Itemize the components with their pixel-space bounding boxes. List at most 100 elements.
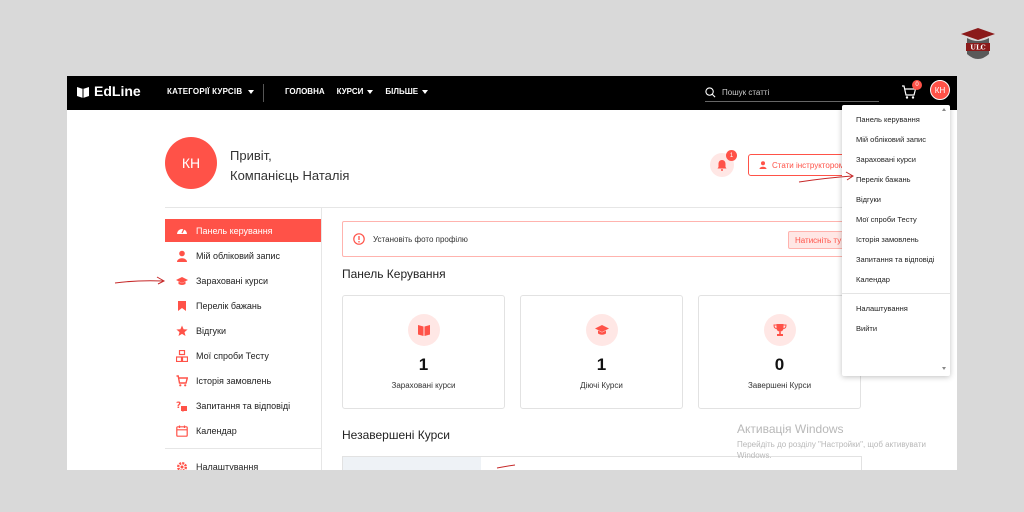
sidebar-item-label: Мій обліковий запис: [196, 250, 280, 261]
categories-menu[interactable]: КАТЕГОРІЇ КУРСІВ: [167, 87, 255, 96]
dropdown-item-settings[interactable]: Налаштування: [856, 302, 936, 316]
annotation-arrow-sidebar: [114, 276, 166, 285]
sidebar: Панель керування Мій обліковий запис Зар…: [165, 219, 321, 470]
dropdown-item-calendar[interactable]: Календар: [856, 273, 936, 287]
sidebar-item-label: Відгуки: [196, 325, 227, 336]
stat-label: Діючі Курси: [580, 381, 623, 390]
sidebar-item-label: Історія замовлень: [196, 375, 272, 386]
stat-card-active: 1 Діючі Курси: [520, 295, 683, 409]
greeting-text: Привіт,: [230, 148, 272, 163]
annotation-arrow-bottom: [496, 464, 516, 469]
stat-value: 1: [596, 355, 607, 374]
become-instructor-label: Стати інструктором: [772, 160, 845, 170]
dropdown-item-enrolled-courses[interactable]: Зараховані курси: [856, 153, 936, 167]
dropdown-item-dashboard[interactable]: Панель керування: [856, 113, 936, 127]
sidebar-item-wishlist[interactable]: Перелік бажань: [165, 294, 321, 317]
bookmark-icon: [178, 300, 186, 311]
sidebar-item-reviews[interactable]: Відгуки: [165, 319, 321, 342]
user-icon: [177, 250, 187, 262]
dashboard-title: Панель Керування: [342, 267, 446, 281]
svg-text:ULC: ULC: [970, 44, 985, 52]
user-name: Компанієць Наталія: [230, 168, 350, 183]
sidebar-item-qa[interactable]: ? Запитання та відповіді: [165, 394, 321, 417]
top-navbar: EdLine КАТЕГОРІЇ КУРСІВ ГОЛОВНА КУРСИ БІ…: [67, 76, 957, 110]
windows-activation-watermark: Активація Windows Перейдіть до розділу "…: [737, 422, 947, 461]
sidebar-item-label: Перелік бажань: [196, 300, 262, 311]
stat-card-enrolled: 1 Зараховані курси: [342, 295, 505, 409]
app-name: EdLine: [94, 83, 141, 99]
search-bar: [705, 83, 879, 102]
sidebar-item-account[interactable]: Мій обліковий запис: [165, 244, 321, 267]
dropdown-item-wishlist[interactable]: Перелік бажань: [856, 173, 936, 187]
dropdown-item-quiz-attempts[interactable]: Мої спроби Тесту: [856, 213, 936, 227]
trophy-icon: [763, 314, 796, 346]
sidebar-divider-vertical: [321, 208, 322, 470]
search-icon[interactable]: [705, 86, 716, 98]
dashboard-icon: [177, 228, 187, 234]
nav-link-courses[interactable]: КУРСИ: [337, 87, 374, 96]
dropdown-item-logout[interactable]: Вийти: [856, 322, 936, 336]
cart-count-badge: 0: [912, 80, 922, 90]
ulc-logo: ULC: [957, 24, 999, 66]
nav-link-more[interactable]: БІЛЬШЕ: [385, 87, 429, 96]
chevron-down-icon: [422, 89, 429, 94]
graduation-cap-icon: [585, 314, 618, 346]
sidebar-item-calendar[interactable]: Календар: [165, 419, 321, 442]
question-icon: ?: [176, 401, 187, 412]
dropdown-item-order-history[interactable]: Історія замовлень: [856, 233, 936, 247]
star-icon: [176, 325, 188, 336]
dropdown-item-account[interactable]: Мій обліковий запис: [856, 133, 936, 147]
sidebar-item-quiz-attempts[interactable]: Мої спроби Тесту: [165, 344, 321, 367]
sidebar-item-enrolled-courses[interactable]: Зараховані курси: [165, 269, 321, 292]
notification-count-badge: 1: [726, 150, 737, 161]
stat-value: 1: [418, 355, 429, 374]
graduation-cap-icon: [176, 276, 188, 285]
user-dropdown-menu: Панель керування Мій обліковий запис Зар…: [842, 105, 950, 376]
alert-icon: [353, 233, 365, 245]
book-logo-icon: [77, 87, 89, 98]
sidebar-item-dashboard[interactable]: Панель керування: [165, 219, 321, 242]
sidebar-divider: [165, 448, 321, 449]
avatar: КН: [165, 137, 217, 189]
bell-icon: [717, 160, 727, 171]
quiz-icon: [176, 349, 188, 362]
sidebar-item-label: Налаштування: [196, 461, 259, 471]
stat-label: Зараховані курси: [391, 381, 456, 390]
dropdown-item-reviews[interactable]: Відгуки: [856, 193, 936, 207]
sidebar-item-label: Зараховані курси: [196, 275, 268, 286]
watermark-subtitle: Перейдіть до розділу "Настройки", щоб ак…: [737, 440, 926, 460]
calendar-icon: [176, 425, 188, 437]
stat-value: 0: [774, 355, 785, 374]
chevron-down-icon: [248, 89, 255, 94]
user-icon: [759, 161, 767, 169]
sidebar-item-order-history[interactable]: Історія замовлень: [165, 369, 321, 392]
nav-link-home[interactable]: ГОЛОВНА: [285, 87, 325, 96]
nav-links: ГОЛОВНА КУРСИ БІЛЬШЕ: [285, 87, 429, 96]
alert-text: Установіть фото профілю: [373, 234, 468, 244]
greeting-block: Привіт, Компанієць Наталія: [230, 146, 349, 186]
categories-label: КАТЕГОРІЇ КУРСІВ: [167, 87, 243, 96]
watermark-title: Активація Windows: [737, 422, 844, 436]
book-icon: [407, 314, 440, 346]
dropdown-divider: [842, 293, 950, 294]
svg-text:?: ?: [176, 401, 181, 411]
search-input[interactable]: [722, 87, 872, 97]
sidebar-item-settings[interactable]: Налаштування: [165, 455, 321, 470]
dropdown-scrollbar[interactable]: [942, 105, 946, 376]
sidebar-item-label: Календар: [196, 425, 237, 436]
header-divider: [165, 207, 862, 208]
brand-logo[interactable]: EdLine: [76, 83, 141, 99]
nav-divider: [263, 84, 264, 102]
sidebar-item-label: Запитання та відповіді: [196, 400, 291, 411]
unfinished-courses-title: Незавершені Курси: [342, 428, 450, 442]
gear-icon: [177, 461, 187, 470]
chevron-down-icon: [367, 89, 374, 94]
stat-label: Завершені Курси: [747, 381, 812, 390]
annotation-arrow-dropdown: [798, 171, 854, 183]
sidebar-item-label: Панель керування: [196, 225, 273, 236]
cart-icon: [176, 374, 188, 386]
dropdown-item-qa[interactable]: Запитання та відповіді: [856, 253, 936, 267]
stat-card-completed: 0 Завершені Курси: [698, 295, 861, 409]
browser-frame: EdLine КАТЕГОРІЇ КУРСІВ ГОЛОВНА КУРСИ БІ…: [67, 76, 957, 470]
user-avatar-button[interactable]: КН: [930, 80, 950, 100]
